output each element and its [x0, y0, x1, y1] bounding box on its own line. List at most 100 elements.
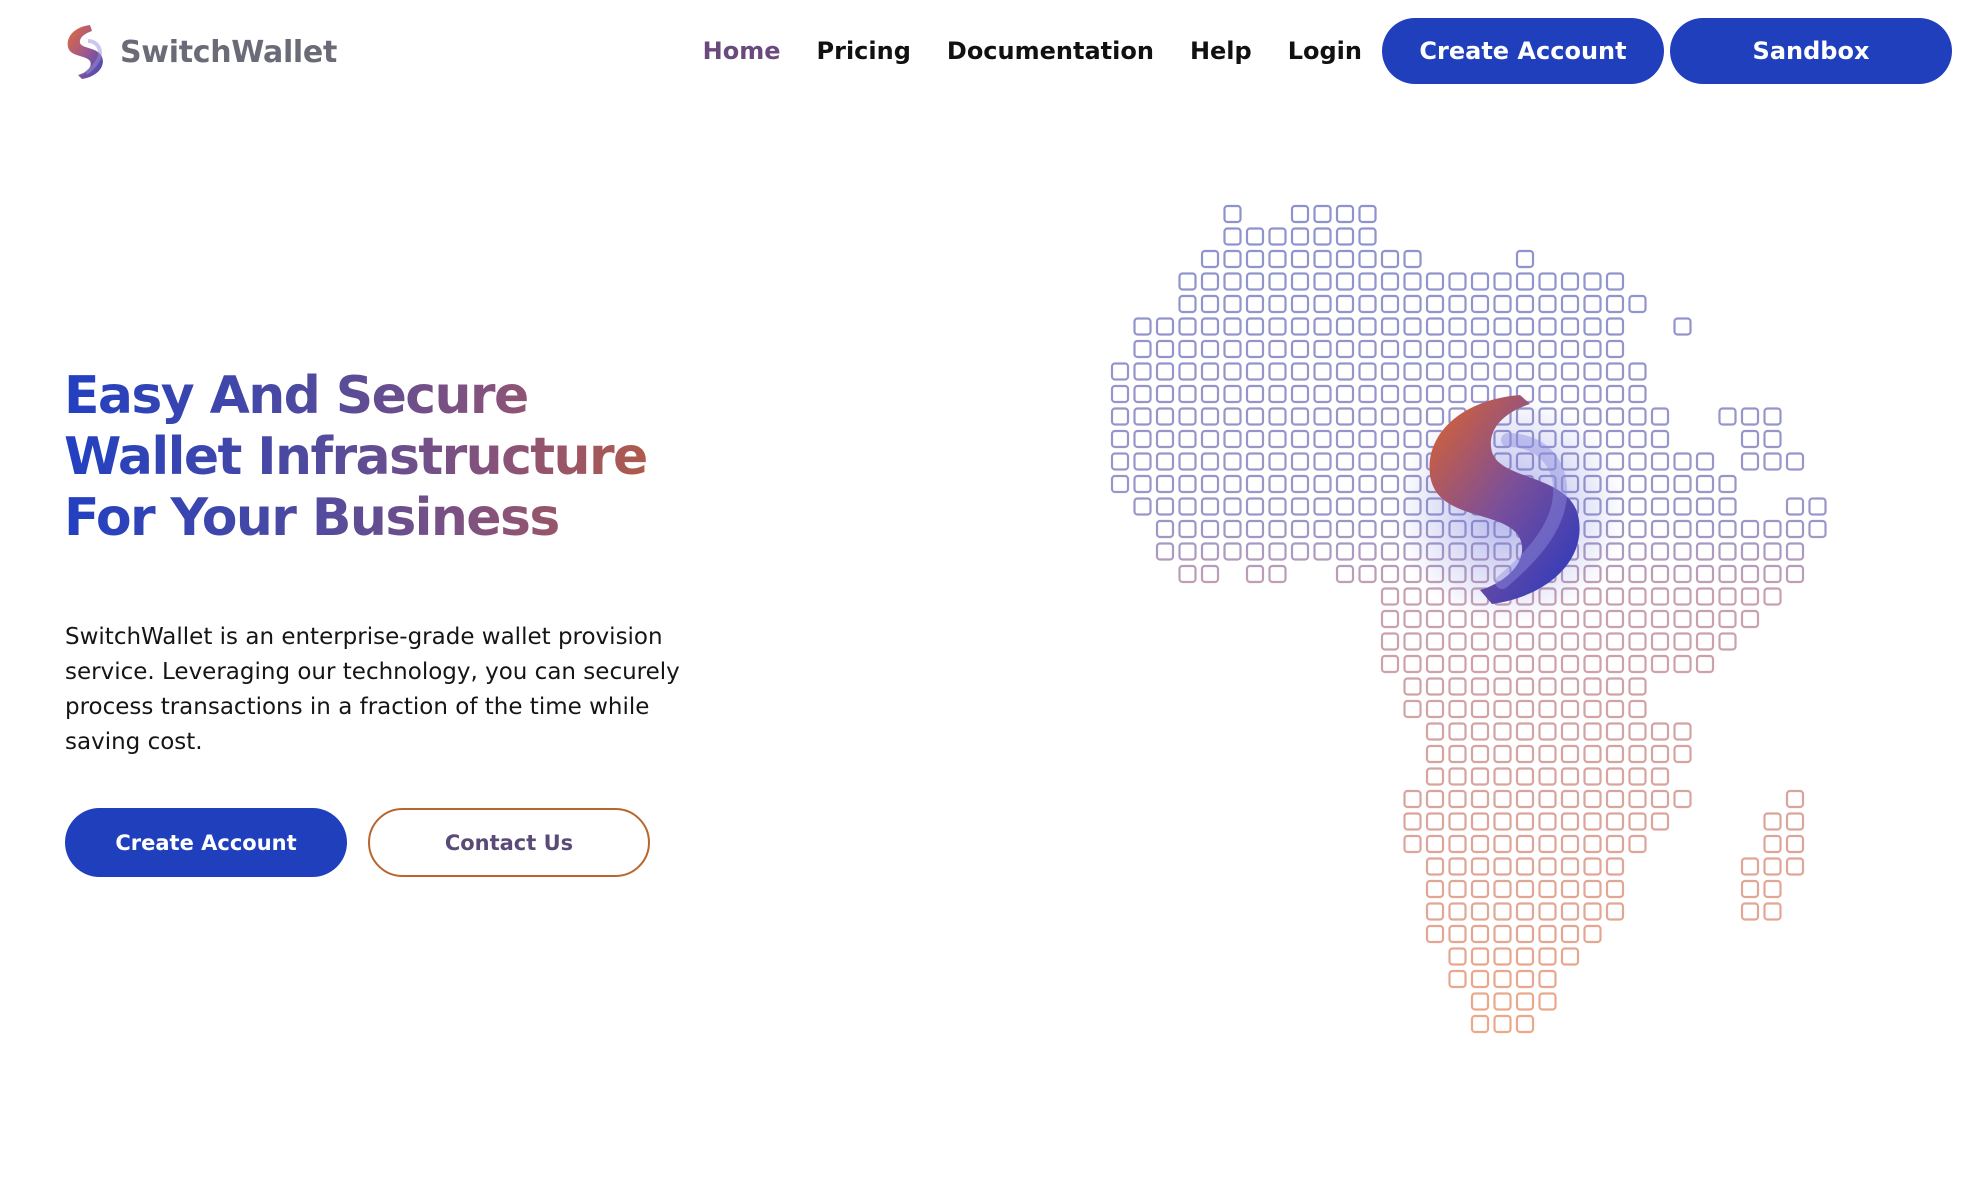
map-cell	[1673, 542, 1692, 561]
map-cell	[1268, 519, 1287, 539]
map-cell	[1628, 632, 1647, 651]
map-cell	[1133, 497, 1152, 516]
map-cell	[1470, 677, 1490, 696]
map-cell	[1493, 632, 1512, 651]
map-cell	[1560, 654, 1580, 674]
map-cell	[1448, 812, 1467, 831]
map-cell	[1290, 452, 1310, 471]
map-cell	[1493, 1014, 1512, 1034]
map-cell	[1358, 362, 1377, 381]
nav-home-link[interactable]: Home	[703, 37, 781, 65]
map-cell	[1673, 632, 1692, 651]
map-cell	[1515, 722, 1535, 741]
map-cell	[1808, 519, 1827, 539]
map-cell	[1425, 902, 1445, 921]
brand[interactable]: SwitchWallet	[60, 20, 337, 84]
map-cell	[1290, 227, 1310, 246]
map-cell	[1290, 429, 1310, 449]
nav-documentation-link[interactable]: Documentation	[947, 37, 1154, 65]
map-cell	[1178, 272, 1197, 291]
map-cell	[1515, 1014, 1535, 1034]
map-cell	[1605, 362, 1625, 381]
map-cell	[1358, 519, 1377, 539]
map-cell	[1538, 992, 1557, 1011]
hero-contact-us-button[interactable]: Contact Us	[368, 808, 650, 877]
map-cell	[1560, 722, 1580, 741]
map-cell	[1583, 384, 1602, 404]
map-cell	[1583, 609, 1602, 629]
nav-pricing-link[interactable]: Pricing	[817, 37, 911, 65]
map-cell	[1313, 429, 1332, 449]
nav-sandbox-button[interactable]: Sandbox	[1670, 18, 1952, 84]
map-cell	[1763, 879, 1782, 899]
map-cell	[1763, 429, 1782, 449]
map-cell	[1380, 317, 1400, 336]
map-cell	[1133, 452, 1152, 471]
map-cell	[1335, 497, 1355, 516]
map-cell	[1605, 857, 1625, 876]
map-cell	[1673, 474, 1692, 494]
map-cell	[1200, 362, 1220, 381]
map-cell	[1380, 609, 1400, 629]
map-cell	[1290, 407, 1310, 426]
map-cell	[1470, 317, 1490, 336]
map-cell	[1313, 249, 1332, 269]
map-cell	[1155, 497, 1175, 516]
map-cell	[1133, 339, 1152, 359]
map-cell	[1200, 339, 1220, 359]
nav-login-link[interactable]: Login	[1288, 37, 1362, 65]
nav-create-account-button[interactable]: Create Account	[1382, 18, 1664, 84]
map-cell	[1223, 227, 1242, 246]
map-cell	[1155, 407, 1175, 426]
map-cell	[1650, 519, 1670, 539]
map-cell	[1268, 407, 1287, 426]
map-cell	[1380, 564, 1400, 584]
map-cell	[1605, 429, 1625, 449]
map-cell	[1200, 407, 1220, 426]
map-cell	[1695, 474, 1715, 494]
map-cell	[1245, 542, 1265, 561]
map-cell	[1515, 812, 1535, 831]
map-cell	[1425, 879, 1445, 899]
map-cell	[1290, 497, 1310, 516]
map-cell	[1493, 812, 1512, 831]
map-cell	[1290, 317, 1310, 336]
map-cell	[1358, 474, 1377, 494]
map-cell	[1335, 227, 1355, 246]
map-cell	[1628, 812, 1647, 831]
map-cell	[1268, 429, 1287, 449]
map-cell	[1605, 609, 1625, 629]
map-cell	[1763, 587, 1782, 606]
map-cell	[1155, 452, 1175, 471]
map-cell	[1560, 317, 1580, 336]
map-cell	[1718, 407, 1737, 426]
map-cell	[1335, 272, 1355, 291]
map-cell	[1358, 452, 1377, 471]
map-cell	[1718, 542, 1737, 561]
map-cell	[1178, 294, 1197, 314]
map-cell	[1740, 542, 1760, 561]
map-cell	[1583, 767, 1602, 786]
map-cell	[1583, 272, 1602, 291]
hero-create-account-button[interactable]: Create Account	[65, 808, 347, 877]
map-cell	[1515, 744, 1535, 764]
map-cell	[1605, 339, 1625, 359]
map-cell	[1650, 609, 1670, 629]
map-cell	[1335, 452, 1355, 471]
map-cell	[1335, 317, 1355, 336]
map-cell	[1628, 452, 1647, 471]
map-cell	[1650, 474, 1670, 494]
map-cell	[1403, 609, 1422, 629]
map-cell	[1200, 564, 1220, 584]
map-cell	[1380, 384, 1400, 404]
map-cell	[1740, 407, 1760, 426]
map-cell	[1403, 789, 1422, 809]
map-cell	[1403, 272, 1422, 291]
map-cell	[1763, 452, 1782, 471]
nav-help-link[interactable]: Help	[1190, 37, 1252, 65]
map-cell	[1335, 384, 1355, 404]
map-cell	[1538, 767, 1557, 786]
map-cell	[1223, 497, 1242, 516]
map-cell	[1560, 789, 1580, 809]
map-cell	[1583, 902, 1602, 921]
